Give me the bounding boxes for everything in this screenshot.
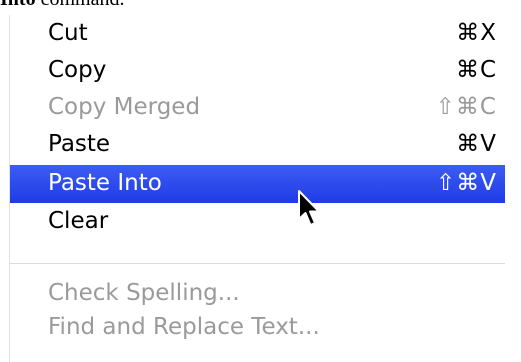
menu-item-label: Cut (48, 20, 88, 46)
menu-item-cut[interactable]: Cut ⌘X (10, 15, 505, 53)
menu-separator (10, 263, 505, 264)
menu-item-label: Copy (48, 57, 107, 83)
menu-item-label: Copy Merged (48, 94, 201, 120)
menu-item-label: Find and Replace Text... (48, 314, 320, 340)
menu-item-paste-into[interactable]: Paste Into ⇧⌘V (10, 165, 505, 203)
menu-item-paste[interactable]: Paste ⌘V (10, 126, 505, 164)
menu-item-label: Paste (48, 131, 111, 157)
menu-item-label: Clear (48, 208, 109, 234)
caption-bold-text: Into (0, 0, 36, 10)
menu-item-shortcut: ⇧⌘C (435, 94, 497, 120)
menu-item-shortcut: ⌘X (456, 20, 497, 46)
menu-item-label: Paste Into (48, 170, 162, 196)
menu-item-shortcut: ⌘V (456, 131, 497, 157)
menu-item-shortcut: ⇧⌘V (435, 170, 497, 196)
arrow-pointer-icon (298, 190, 320, 226)
menu-item-shortcut: ⌘C (455, 57, 497, 83)
menu-item-check-spelling: Check Spelling... (10, 275, 505, 313)
menu-item-clear[interactable]: Clear (10, 203, 505, 241)
caption-rest-text: command. (36, 0, 125, 10)
menu-item-copy[interactable]: Copy ⌘C (10, 52, 505, 90)
menu-item-find-replace: Find and Replace Text... (10, 309, 505, 347)
menu-item-copy-merged: Copy Merged ⇧⌘C (10, 89, 505, 127)
menu-item-label: Check Spelling... (48, 280, 240, 306)
caption-text: Into command. (0, 0, 124, 11)
edit-menu: Cut ⌘X Copy ⌘C Copy Merged ⇧⌘C Paste ⌘V … (10, 15, 521, 362)
